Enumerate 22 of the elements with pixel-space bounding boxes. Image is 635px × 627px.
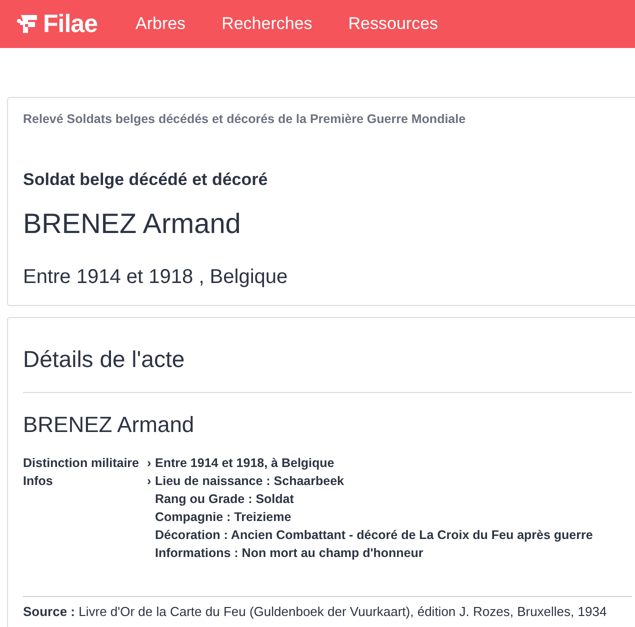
field-label: Distinction militaire bbox=[23, 455, 140, 472]
person-name: BRENEZ Armand bbox=[23, 412, 196, 438]
record-type: Soldat belge décédé et décoré bbox=[23, 170, 269, 190]
field-value: Lieu de naissance : Schaarbeek bbox=[155, 473, 344, 490]
field-value: Compagnie : Treizieme bbox=[155, 509, 292, 526]
logo-text[interactable]: Filae bbox=[43, 10, 98, 38]
field-value: Décoration : Ancien Combattant - décoré de La Croix du Feu après guerre bbox=[155, 527, 593, 544]
bullet-marker: › bbox=[147, 473, 152, 490]
source-text: Source : Livre d'Or de la Carte du Feu (Guldenboek der Vuurkaart), édition J. Rozes, Bruxelles, 1934 bbox=[23, 604, 608, 619]
field-value: Informations : Non mort au champ d'honneur bbox=[155, 545, 424, 562]
logo-icon bbox=[16, 12, 40, 36]
nav-link[interactable]: Recherches bbox=[222, 14, 312, 34]
record-summary: Entre 1914 et 1918 , Belgique bbox=[23, 266, 289, 289]
collection-title: Relevé Soldats belges décédés et décorés de la Première Guerre Mondiale bbox=[23, 112, 467, 126]
bullet-marker: › bbox=[147, 455, 152, 472]
section-title: Détails de l'acte bbox=[23, 346, 186, 373]
nav-link[interactable]: Arbres bbox=[135, 14, 186, 34]
field-value: Rang ou Grade : Soldat bbox=[155, 491, 294, 508]
field-value: Entre 1914 et 1918, à Belgique bbox=[155, 455, 334, 472]
person-name: BRENEZ Armand bbox=[23, 208, 242, 240]
field-label: Infos bbox=[23, 473, 54, 490]
nav-link[interactable]: Ressources bbox=[348, 14, 438, 34]
